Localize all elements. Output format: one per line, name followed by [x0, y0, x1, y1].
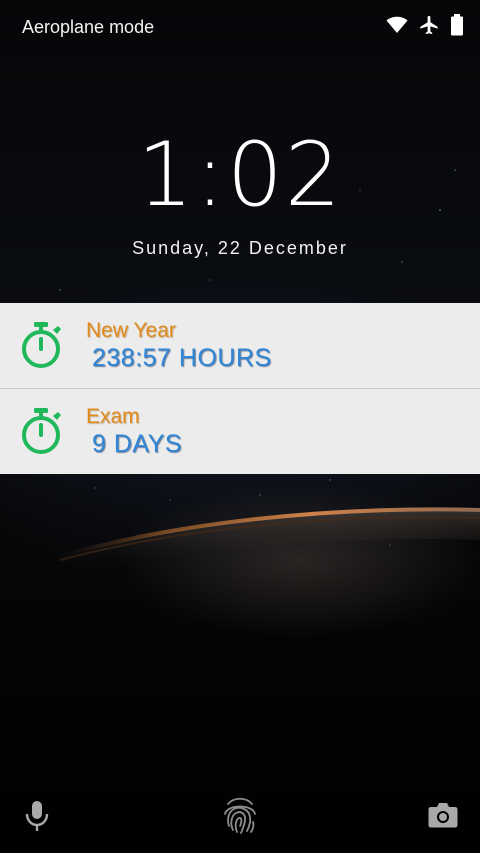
notification-countdown: 9 DAYS — [92, 430, 183, 458]
lock-screen-clock: 1:02 — [137, 123, 343, 226]
stopwatch-icon — [22, 408, 61, 454]
status-icons — [386, 14, 464, 36]
battery-icon — [451, 14, 463, 36]
stopwatch-icon — [22, 322, 61, 368]
status-bar: Aeroplane mode — [0, 0, 480, 54]
microphone-icon[interactable] — [24, 800, 50, 832]
notification-title: New Year — [86, 319, 176, 342]
wifi-icon — [386, 16, 408, 33]
lock-screen-date: Sunday, 22 December — [132, 238, 348, 258]
camera-icon[interactable] — [428, 802, 458, 828]
notification-countdown: 238:57 HOURS — [92, 344, 272, 372]
airplane-icon — [420, 15, 438, 35]
notification-title: Exam — [86, 405, 140, 428]
lock-screen-shortcuts — [0, 790, 480, 840]
fingerprint-icon[interactable] — [222, 794, 258, 836]
notification-new-year[interactable]: New Year 238:57 HOURS — [0, 303, 480, 388]
notification-exam[interactable]: Exam 9 DAYS — [0, 388, 480, 474]
aeroplane-mode-label: Aeroplane mode — [22, 17, 155, 37]
notification-list: New Year 238:57 HOURS Exam 9 DAYS — [0, 303, 480, 474]
